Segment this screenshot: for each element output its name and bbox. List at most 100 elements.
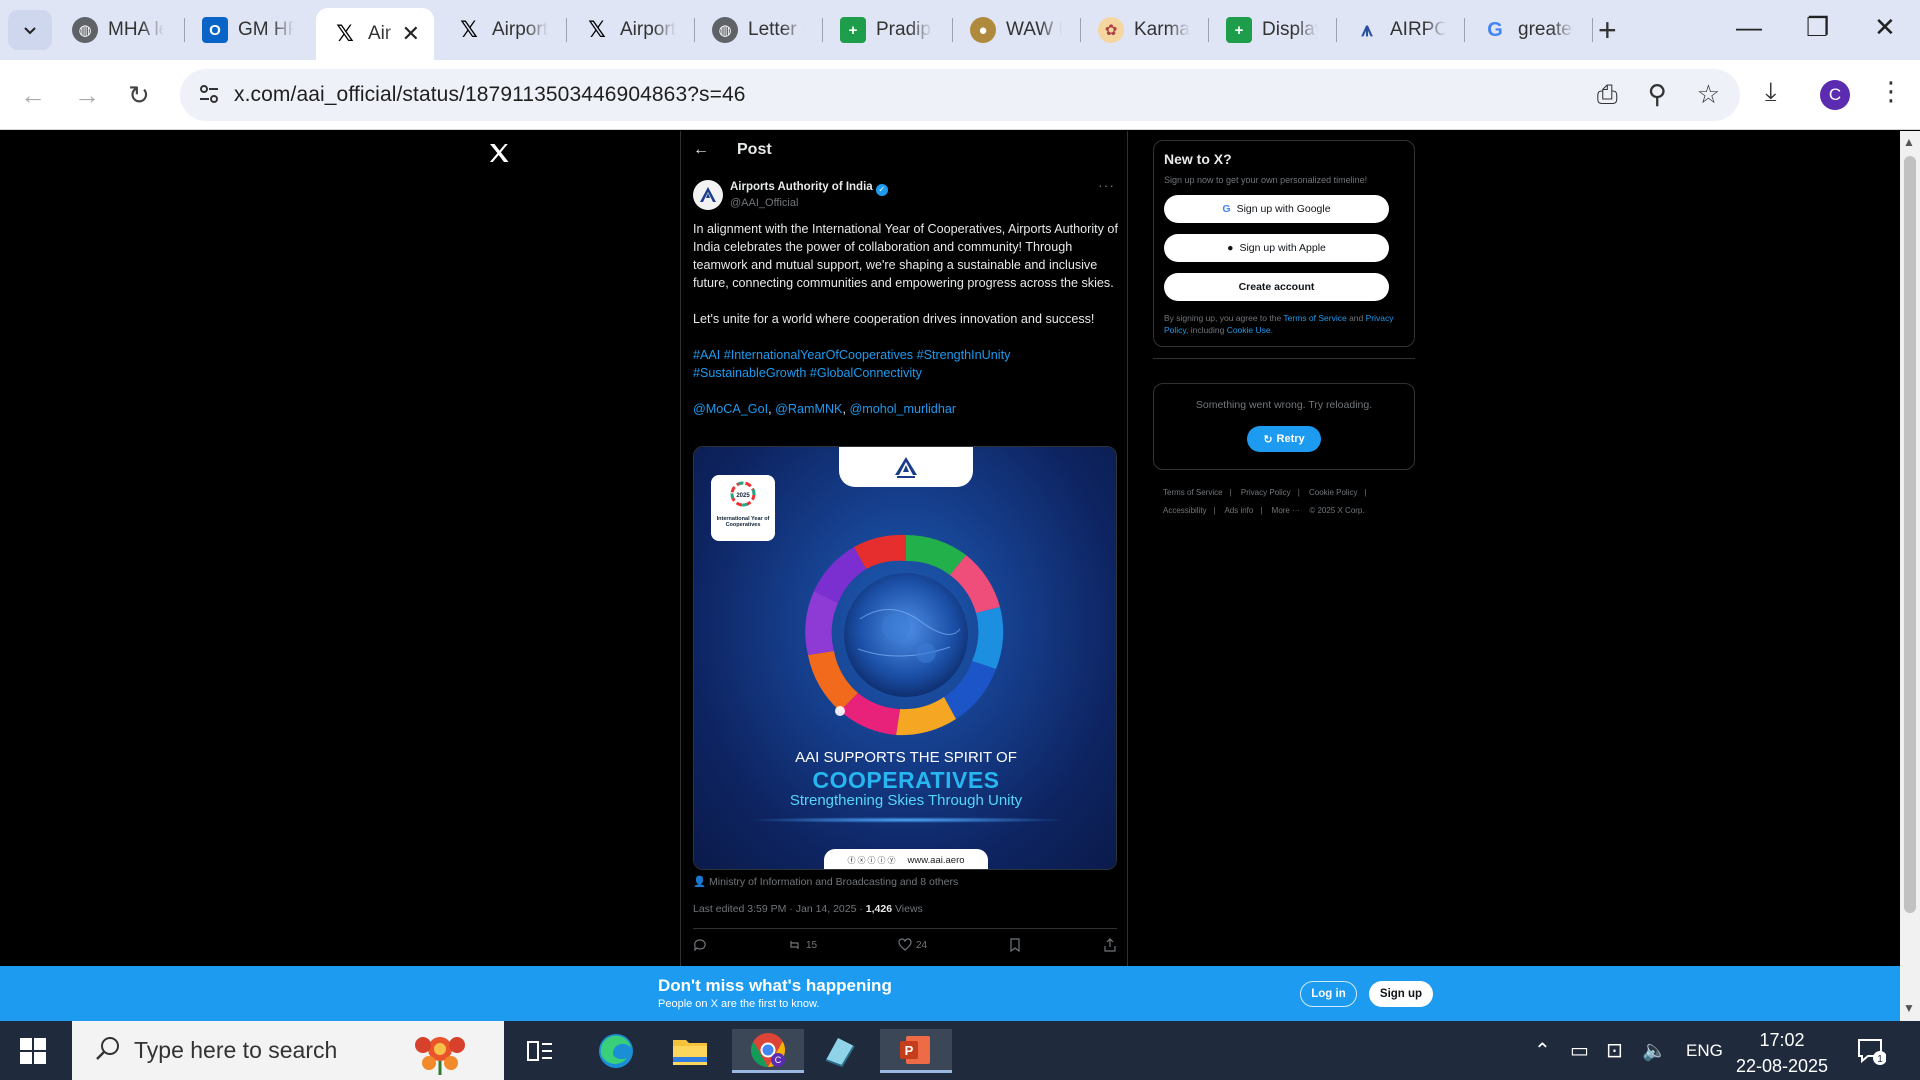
close-tab-icon[interactable]: ✕: [402, 21, 420, 47]
cookie-link[interactable]: Cookie Use: [1227, 325, 1271, 335]
browser-tab[interactable]: ◍ Letter r: [696, 8, 820, 52]
menu-kebab-icon[interactable]: ⋮: [1878, 76, 1904, 107]
site-settings-icon[interactable]: [198, 83, 220, 105]
repost-button[interactable]: 15: [788, 938, 817, 952]
copyright: © 2025 X Corp.: [1309, 506, 1365, 515]
signup-apple-button[interactable]: ● Sign up with Apple: [1164, 234, 1389, 262]
karmayogi-icon: ✿: [1098, 17, 1124, 43]
bookmark-star-icon[interactable]: ☆: [1697, 79, 1720, 111]
share-button[interactable]: [1103, 938, 1117, 952]
iyc-title: International Year of Cooperatives: [716, 516, 770, 528]
profile-avatar[interactable]: C: [1820, 80, 1850, 110]
reply-button[interactable]: [693, 938, 707, 952]
browser-toolbar: ← → ↻ x.com/aai_official/status/18791135…: [0, 60, 1920, 130]
browser-tab[interactable]: ● WAW F: [954, 8, 1078, 52]
back-button[interactable]: ←: [20, 80, 46, 111]
notification-center-icon[interactable]: 1: [1856, 1037, 1887, 1070]
aai-logo-icon: [700, 187, 716, 202]
footer-link[interactable]: Privacy Policy: [1241, 488, 1291, 497]
network-icon[interactable]: ⊡: [1606, 1038, 1623, 1063]
scroll-down-icon[interactable]: ▼: [1903, 1001, 1915, 1015]
browser-tab[interactable]: + Display: [1210, 8, 1334, 52]
more-options-icon[interactable]: ···: [1098, 177, 1115, 193]
signup-button[interactable]: Sign up: [1369, 981, 1433, 1007]
hashtag-line[interactable]: #SustainableGrowth #GlobalConnectivity: [693, 366, 922, 380]
new-tab-button[interactable]: +: [1598, 12, 1617, 49]
mention-link[interactable]: @RamMNK: [775, 402, 842, 416]
close-window-icon[interactable]: ✕: [1874, 12, 1896, 43]
browser-tab[interactable]: 𝕏 Airport: [440, 8, 564, 52]
browser-tab[interactable]: 𝕏 Airport: [568, 8, 692, 52]
taskbar-search-box[interactable]: Type here to search: [72, 1021, 504, 1080]
taskbar-clock[interactable]: 17:02 22-08-2025: [1727, 1027, 1837, 1079]
login-button[interactable]: Log in: [1300, 981, 1357, 1007]
post-author[interactable]: Airports Authority of India ✓ @AAI_Offici…: [693, 180, 888, 211]
author-name[interactable]: Airports Authority of India: [730, 181, 873, 193]
error-message: Something went wrong. Try reloading.: [1195, 399, 1373, 411]
sheets-icon: +: [1226, 17, 1252, 43]
tab-search-button[interactable]: [8, 10, 52, 50]
views-label: Views: [892, 903, 923, 915]
tagged-users-text: Ministry of Information and Broadcasting…: [709, 876, 959, 888]
file-explorer-icon[interactable]: [668, 1029, 712, 1073]
browser-tab[interactable]: O GM HR: [186, 8, 314, 52]
bookmark-button[interactable]: [1008, 938, 1022, 952]
create-account-button[interactable]: Create account: [1164, 273, 1389, 301]
mention-link[interactable]: @MoCA_GoI: [693, 402, 768, 416]
browser-tab[interactable]: ⩚ AIRPOF: [1338, 8, 1462, 52]
back-arrow-icon[interactable]: ←: [693, 141, 709, 159]
aai-icon: ⩚: [1361, 18, 1373, 41]
browser-tab[interactable]: ✿ Karmay: [1082, 8, 1206, 52]
avatar[interactable]: [693, 180, 723, 210]
footer-link[interactable]: Terms of Service: [1163, 488, 1223, 497]
aai-logo-icon: [895, 457, 917, 478]
footer-link[interactable]: Accessibility: [1163, 506, 1207, 515]
tab-title: WAW F: [1006, 19, 1062, 40]
browser-tab[interactable]: + Pradipt: [824, 8, 950, 52]
language-indicator[interactable]: ENG: [1686, 1041, 1723, 1061]
chrome-taskbar-icon[interactable]: C: [732, 1029, 804, 1073]
show-hidden-icons-icon[interactable]: ⌃: [1534, 1038, 1551, 1063]
scroll-thumb[interactable]: [1904, 156, 1916, 913]
downloads-icon[interactable]: ⤓: [1765, 76, 1777, 108]
task-view-icon[interactable]: [518, 1029, 562, 1073]
retry-label: Retry: [1276, 433, 1305, 445]
minimize-window-icon[interactable]: —: [1736, 12, 1762, 43]
footer-more-link[interactable]: More ···: [1272, 506, 1300, 515]
page-scrollbar[interactable]: ▲ ▼: [1900, 131, 1920, 1021]
volume-icon[interactable]: 🔈: [1642, 1038, 1667, 1063]
hashtag-line[interactable]: #AAI #InternationalYearOfCooperatives #S…: [693, 348, 1010, 362]
scroll-up-icon[interactable]: ▲: [1903, 135, 1915, 149]
post-image[interactable]: 2025 International Year of Cooperatives: [693, 446, 1117, 870]
battery-icon[interactable]: ▭: [1570, 1038, 1589, 1063]
footer-link[interactable]: Ads info: [1224, 506, 1253, 515]
retry-button[interactable]: ↻ Retry: [1247, 426, 1321, 452]
like-button[interactable]: 24: [898, 938, 927, 952]
browser-tab-active[interactable]: 𝕏 Air ✕: [316, 8, 434, 60]
powerpoint-taskbar-icon[interactable]: P: [880, 1029, 952, 1073]
windows-start-icon[interactable]: [20, 1038, 46, 1064]
terms-link[interactable]: Terms of Service: [1283, 313, 1346, 323]
forward-button[interactable]: →: [74, 80, 100, 111]
post-edited-time[interactable]: Last edited 3:59 PM · Jan 14, 2025 ·: [693, 903, 866, 915]
image-caption-line1: AAI SUPPORTS THE SPIRIT OF: [795, 749, 1017, 766]
footer-link[interactable]: Cookie Policy: [1309, 488, 1357, 497]
author-handle[interactable]: @AAI_Official: [730, 196, 888, 211]
install-app-icon[interactable]: ⎙: [1597, 79, 1618, 111]
browser-tab[interactable]: ◍ MHA le: [56, 8, 184, 52]
edge-browser-icon[interactable]: [594, 1029, 638, 1073]
person-icon: 👤: [693, 876, 707, 888]
restore-window-icon[interactable]: ❐: [1806, 12, 1829, 43]
app-taskbar-icon[interactable]: [818, 1029, 862, 1073]
outlook-icon: O: [202, 17, 228, 43]
reload-button[interactable]: ↻: [128, 80, 150, 111]
mention-link[interactable]: @mohol_murlidhar: [849, 402, 956, 416]
x-logo-icon[interactable]: [487, 141, 511, 165]
address-bar[interactable]: x.com/aai_official/status/18791135034469…: [180, 69, 1740, 121]
signup-google-button[interactable]: G Sign up with Google: [1164, 195, 1389, 223]
zoom-icon[interactable]: ⚲: [1648, 79, 1667, 111]
tagged-users[interactable]: 👤 Ministry of Information and Broadcasti…: [693, 875, 958, 888]
browser-tab[interactable]: G greater: [1466, 8, 1590, 52]
repost-icon: [790, 941, 799, 949]
image-footer: ⓕⓧⓘⓘⓨ www.aai.aero: [824, 849, 988, 869]
